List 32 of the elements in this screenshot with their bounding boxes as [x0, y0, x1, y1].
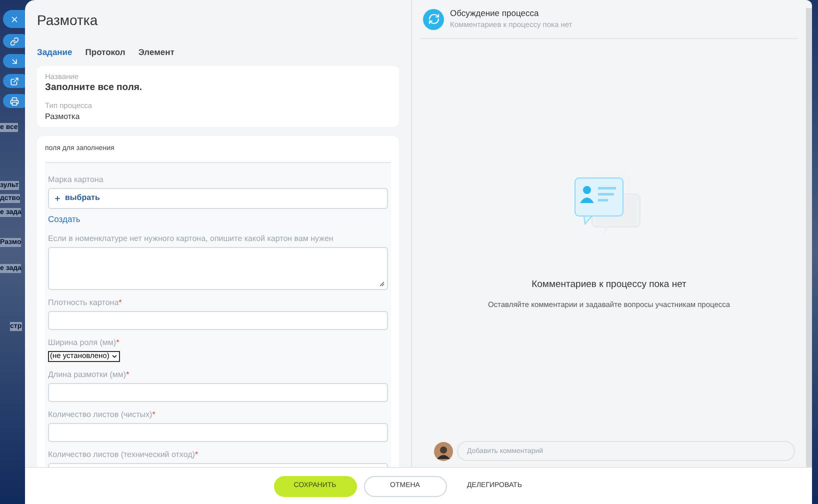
close-icon: [10, 14, 19, 24]
resize-icon: [379, 280, 385, 286]
info-value: Заполните все поля.: [45, 82, 144, 94]
field-label: Ширина роля (мм)*: [48, 338, 120, 348]
input-field[interactable]: [48, 382, 388, 402]
link-icon: [10, 36, 19, 46]
field-label: Марка картона: [48, 174, 104, 185]
avatar: [434, 442, 453, 460]
input-field[interactable]: [48, 310, 388, 330]
field-label: Плотность картона*: [48, 298, 123, 308]
tab[interactable]: Элемент: [138, 46, 174, 59]
field-label: Длина размотки (мм)*: [48, 370, 130, 380]
caret-icon: [111, 352, 118, 360]
dialog-title: Размотка: [37, 11, 99, 29]
description-field[interactable]: [48, 246, 388, 290]
field-label: Количество листов (технический отход)*: [48, 450, 200, 460]
tab[interactable]: Протокол: [85, 46, 126, 59]
empty-title: Комментариев к процессу пока нет: [532, 278, 686, 292]
printer-icon: [10, 96, 19, 106]
arrow-icon: [10, 56, 19, 66]
create-link[interactable]: Создать: [48, 212, 80, 226]
lookup-field[interactable]: выбрать: [48, 188, 388, 209]
field-label: Количество листов (чистых)*: [48, 410, 156, 420]
plus-icon: [54, 194, 61, 202]
discussion-icon: [423, 8, 444, 30]
field-label: Если в номенклатуре нет нужного картона, опишите какой картон вам нужен: [48, 234, 334, 244]
external-link-icon: [10, 76, 19, 86]
select-link[interactable]: выбрать: [54, 192, 100, 204]
discussion-title: Обсуждение процесса: [450, 8, 540, 19]
info-value: Размотка: [45, 110, 81, 123]
tab[interactable]: Задание: [37, 46, 72, 59]
input-field[interactable]: [48, 422, 388, 442]
